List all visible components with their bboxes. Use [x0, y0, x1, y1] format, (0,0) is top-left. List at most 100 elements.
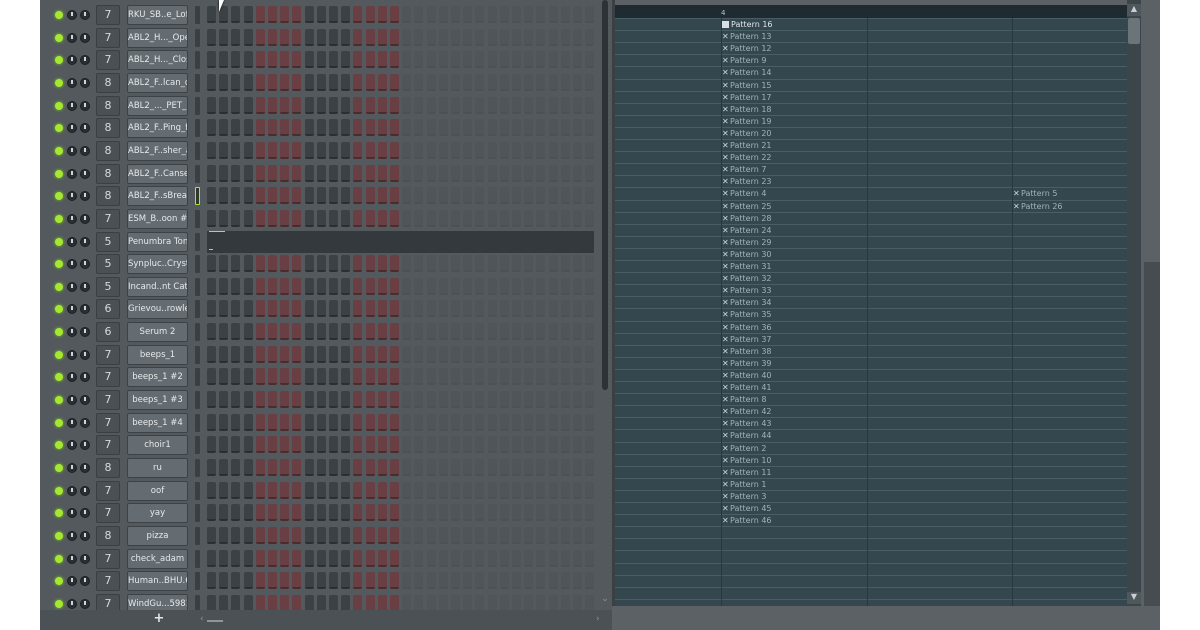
pan-knob[interactable]	[67, 168, 77, 179]
step-button[interactable]	[304, 141, 314, 159]
step-button[interactable]	[548, 504, 558, 522]
step-button[interactable]	[219, 96, 229, 114]
pan-knob[interactable]	[67, 100, 77, 111]
step-button[interactable]	[499, 391, 509, 409]
step-button[interactable]	[548, 345, 558, 363]
step-button[interactable]	[353, 572, 363, 590]
step-button[interactable]	[475, 504, 485, 522]
step-button[interactable]	[438, 413, 448, 431]
step-button[interactable]	[414, 345, 424, 363]
step-button[interactable]	[341, 96, 351, 114]
step-button[interactable]	[548, 277, 558, 295]
step-button[interactable]	[280, 119, 290, 137]
step-button[interactable]	[512, 391, 521, 409]
step-button[interactable]	[231, 277, 241, 295]
step-button[interactable]	[207, 277, 216, 295]
step-button[interactable]	[499, 345, 509, 363]
mixer-track-number[interactable]: 7	[96, 367, 120, 388]
step-button[interactable]	[573, 459, 582, 476]
step-button[interactable]	[207, 164, 216, 182]
step-button[interactable]	[475, 255, 485, 273]
step-button[interactable]	[353, 459, 363, 476]
step-button[interactable]	[268, 164, 277, 182]
close-icon[interactable]: ✕	[722, 406, 730, 418]
step-button[interactable]	[353, 187, 363, 205]
channel-name-button[interactable]: ESM_B..oon #2	[127, 208, 188, 229]
step-button[interactable]	[475, 323, 485, 341]
step-button[interactable]	[536, 277, 546, 295]
step-button[interactable]	[341, 481, 351, 499]
step-button[interactable]	[377, 459, 387, 476]
pan-knob[interactable]	[67, 598, 77, 609]
close-icon[interactable]: ✕	[722, 225, 730, 237]
step-button[interactable]	[524, 459, 534, 476]
mixer-track-number[interactable]: 7	[96, 5, 120, 25]
step-button[interactable]	[512, 459, 521, 476]
channel-name-button[interactable]: RKU_SB..e_Lofi	[127, 5, 188, 25]
step-button[interactable]	[231, 413, 241, 431]
step-button[interactable]	[304, 526, 314, 544]
close-icon[interactable]: ✕	[722, 164, 730, 176]
step-button[interactable]	[268, 28, 277, 46]
step-button[interactable]	[426, 300, 436, 318]
step-button[interactable]	[268, 255, 277, 273]
close-icon[interactable]: ✕	[722, 515, 730, 527]
step-button[interactable]	[548, 187, 558, 205]
step-button[interactable]	[487, 572, 497, 590]
step-button[interactable]	[487, 504, 497, 522]
step-button[interactable]	[414, 481, 424, 499]
pan-knob[interactable]	[67, 191, 77, 202]
step-button[interactable]	[377, 73, 387, 91]
close-icon[interactable]: ✕	[722, 188, 730, 200]
step-button[interactable]	[536, 96, 546, 114]
step-button[interactable]	[292, 549, 302, 567]
step-button[interactable]	[255, 436, 265, 454]
scroll-down-arrow-icon[interactable]: ⌄	[600, 594, 610, 606]
step-button[interactable]	[585, 96, 595, 114]
step-button[interactable]	[451, 277, 460, 295]
step-button[interactable]	[268, 323, 277, 341]
step-button[interactable]	[365, 51, 375, 69]
step-button[interactable]	[414, 51, 424, 69]
pattern-clip[interactable]: ✕Pattern 42	[722, 406, 772, 418]
step-button[interactable]	[219, 391, 229, 409]
step-button[interactable]	[341, 119, 351, 137]
step-button[interactable]	[219, 164, 229, 182]
pattern-clip[interactable]: Pattern 16	[722, 19, 773, 31]
step-button[interactable]	[585, 187, 595, 205]
step-button[interactable]	[560, 119, 570, 137]
channel-select-indicator[interactable]	[195, 368, 200, 387]
step-button[interactable]	[463, 209, 473, 227]
step-button[interactable]	[585, 164, 595, 182]
step-button[interactable]	[414, 323, 424, 341]
step-button[interactable]	[463, 277, 473, 295]
step-button[interactable]	[585, 368, 595, 386]
step-button[interactable]	[512, 436, 521, 454]
step-button[interactable]	[316, 6, 326, 23]
step-button[interactable]	[414, 526, 424, 544]
mixer-track-number[interactable]: 6	[96, 299, 120, 320]
step-button[interactable]	[512, 368, 521, 386]
step-button[interactable]	[499, 164, 509, 182]
step-button[interactable]	[560, 345, 570, 363]
step-button[interactable]	[341, 141, 351, 159]
step-button[interactable]	[585, 572, 595, 590]
step-button[interactable]	[255, 164, 265, 182]
step-button[interactable]	[573, 413, 582, 431]
step-button[interactable]	[268, 73, 277, 91]
step-button[interactable]	[353, 119, 363, 137]
step-button[interactable]	[341, 300, 351, 318]
step-button[interactable]	[280, 277, 290, 295]
step-button[interactable]	[438, 300, 448, 318]
step-button[interactable]	[560, 526, 570, 544]
mixer-track-number[interactable]: 7	[96, 480, 120, 501]
mute-led-icon[interactable]	[55, 554, 63, 563]
step-button[interactable]	[560, 277, 570, 295]
step-button[interactable]	[414, 187, 424, 205]
step-button[interactable]	[536, 209, 546, 227]
step-button[interactable]	[573, 572, 582, 590]
step-button[interactable]	[438, 368, 448, 386]
channel-name-button[interactable]: Grievou..rowler	[127, 299, 188, 320]
step-button[interactable]	[390, 526, 399, 544]
step-button[interactable]	[512, 187, 521, 205]
